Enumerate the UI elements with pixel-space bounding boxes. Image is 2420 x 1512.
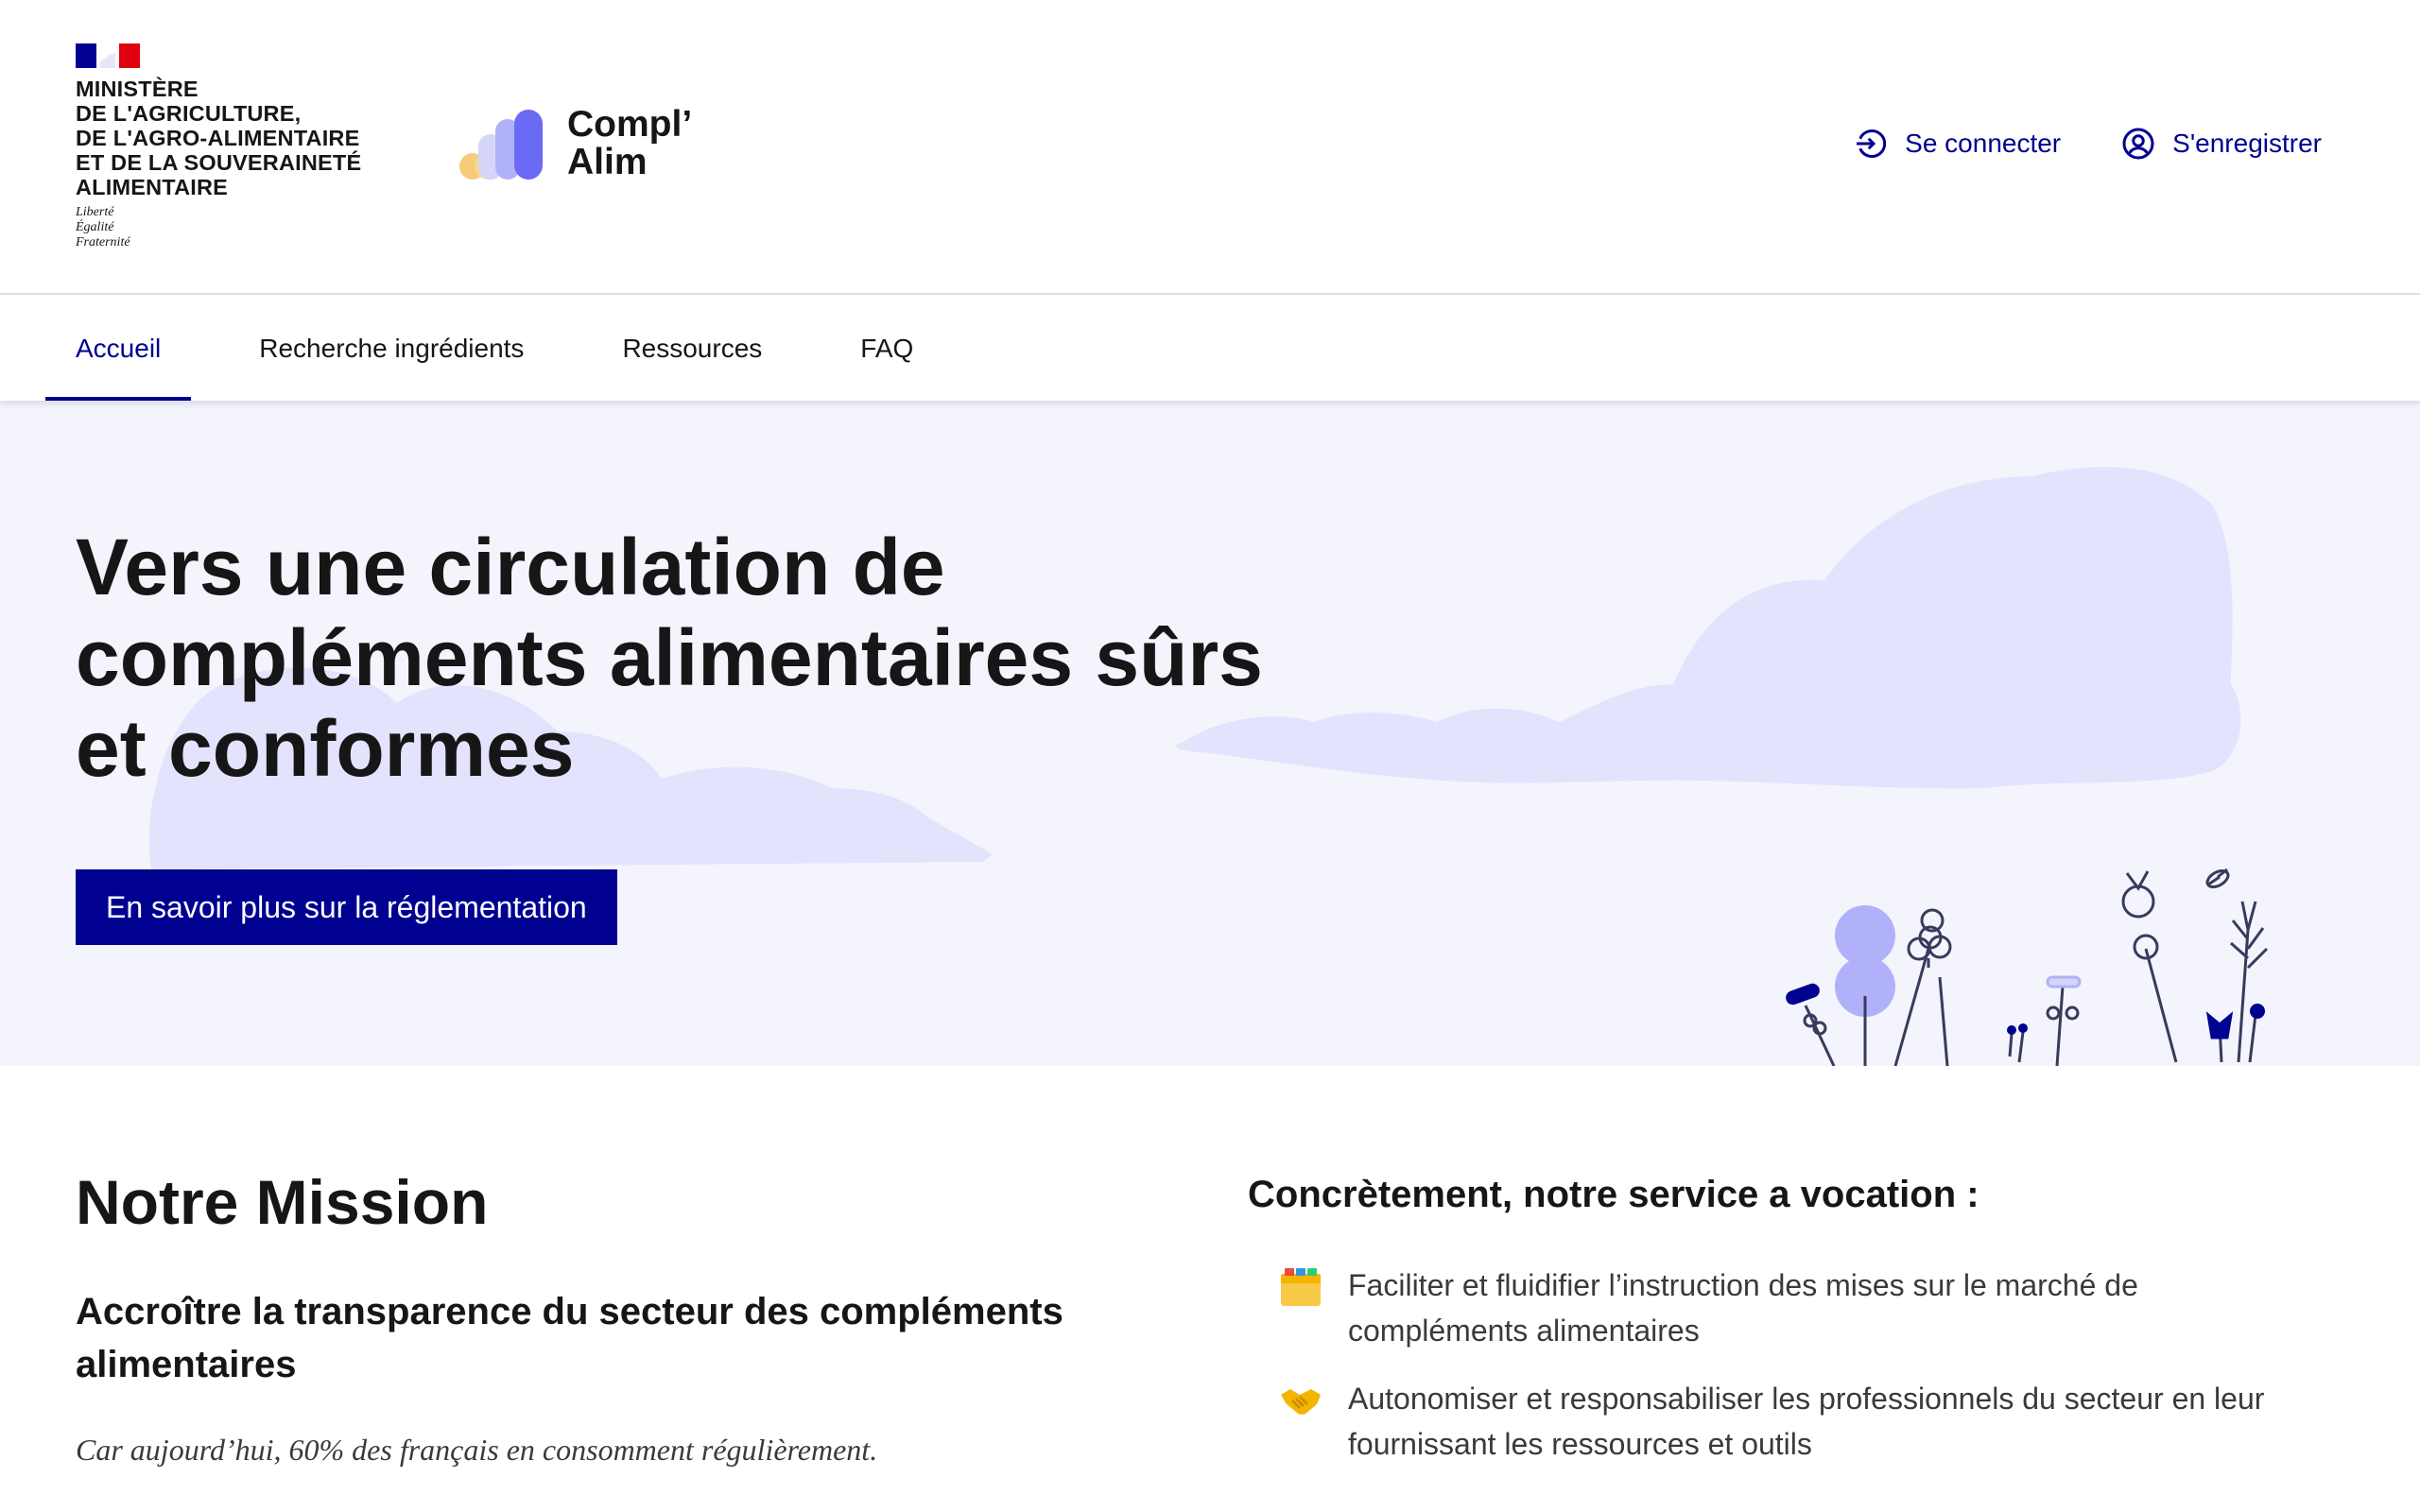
ministry-name: MINISTÈRE DE L'AGRICULTURE, DE L'AGRO-AL… [76, 77, 361, 199]
ministry-line: DE L'AGRICULTURE, [76, 101, 302, 126]
nav-item-faq[interactable]: FAQ [830, 297, 943, 401]
nav-item-recherche-ingredients[interactable]: Recherche ingrédients [229, 297, 554, 401]
login-label: Se connecter [1905, 129, 2062, 158]
mission-subtitle-line: alimentaires [76, 1344, 297, 1385]
right-cloud [1176, 467, 2241, 789]
brand-line1: Compl’ [567, 104, 693, 145]
login-icon [1857, 129, 1887, 158]
ministry-line: MINISTÈRE [76, 77, 199, 101]
flowers-illustration [1786, 868, 2269, 1066]
card-index-dividers-icon [1278, 1264, 1323, 1310]
register-label: S'enregistrer [2172, 129, 2322, 158]
ministry-line: ET DE LA SOUVERAINETÉ [76, 150, 362, 175]
regulation-info-button[interactable]: En savoir plus sur la réglementation [76, 869, 617, 945]
site-header: MINISTÈRE DE L'AGRICULTURE, DE L'AGRO-AL… [0, 0, 2420, 295]
hero-title-line: compléments alimentaires sûrs [76, 613, 1263, 702]
service-item-line: compléments alimentaires [1348, 1314, 1700, 1348]
ministry-line: ALIMENTAIRE [76, 175, 229, 199]
mission-section: Notre Mission Accroître la transparence … [76, 1164, 1134, 1468]
brand-line2: Alim [567, 142, 648, 182]
complalim-logo-icon [459, 110, 543, 180]
hero-section: Vers une circulation de compléments alim… [0, 401, 2420, 1066]
service-title: Concrètement, notre service a vocation : [1248, 1174, 1979, 1215]
register-link[interactable]: S'enregistrer [2121, 127, 2322, 161]
service-item-line: Faciliter et fluidifier l’instruction de… [1348, 1268, 2138, 1302]
service-brand[interactable]: Compl’ Alim [458, 106, 692, 181]
nav-item-accueil[interactable]: Accueil [45, 297, 192, 401]
motto-line: Liberté [76, 205, 114, 219]
service-item-text: Faciliter et fluidifier l’instruction de… [1348, 1263, 2138, 1353]
service-item-line: Autonomiser et responsabiliser les profe… [1348, 1382, 2265, 1416]
motto-line: Fraternité [76, 235, 130, 249]
service-section: Concrètement, notre service a vocation :… [1248, 1168, 2344, 1489]
service-item-text: Autonomiser et responsabiliser les profe… [1348, 1376, 2264, 1467]
mission-title: Notre Mission [76, 1167, 489, 1237]
service-name: Compl’ Alim [567, 106, 692, 181]
republic-motto: Liberté Égalité Fraternité [76, 205, 361, 250]
list-item: Faciliter et fluidifier l’instruction de… [1248, 1263, 2344, 1353]
header-tools: Se connecter S'enregistrer [1793, 127, 2322, 161]
government-logo[interactable]: MINISTÈRE DE L'AGRICULTURE, DE L'AGRO-AL… [76, 43, 361, 250]
service-item-line: fournissant les ressources et outils [1348, 1427, 1812, 1461]
hero-title-line: Vers une circulation de [76, 523, 945, 611]
account-circle-icon [2122, 128, 2154, 160]
nav-item-ressources[interactable]: Ressources [592, 297, 792, 401]
motto-line: Égalité [76, 220, 114, 234]
hero-title: Vers une circulation de compléments alim… [76, 522, 1305, 794]
login-link[interactable]: Se connecter [1854, 127, 2061, 161]
service-list: Faciliter et fluidifier l’instruction de… [1248, 1263, 2344, 1467]
ministry-line: DE L'AGRO-ALIMENTAIRE [76, 126, 360, 150]
mission-quote: Car aujourd’hui, 60% des français en con… [76, 1433, 878, 1467]
handshake-icon [1278, 1378, 1323, 1423]
french-flag-icon [76, 43, 140, 68]
main-navigation: Accueil Recherche ingrédients Ressources… [0, 297, 2420, 401]
hero-title-line: et conformes [76, 704, 575, 793]
mission-subtitle: Accroître la transparence du secteur des… [76, 1285, 1134, 1391]
list-item: Autonomiser et responsabiliser les profe… [1248, 1376, 2344, 1467]
mission-subtitle-line: Accroître la transparence du secteur des… [76, 1291, 1063, 1332]
